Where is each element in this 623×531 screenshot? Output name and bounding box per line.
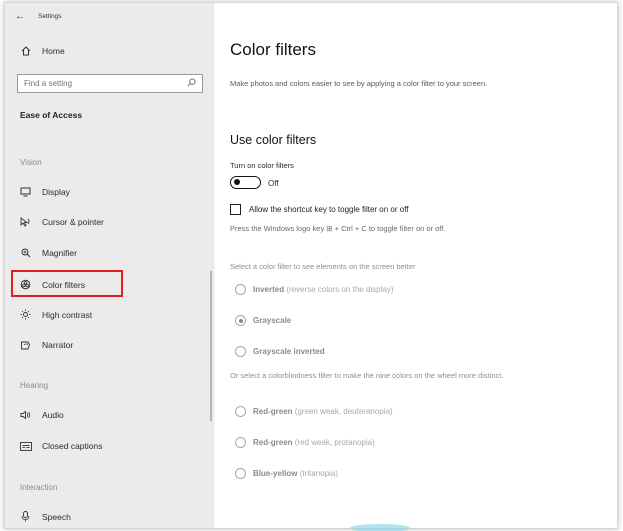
sidebar-item-label: Narrator (42, 340, 74, 350)
radio-description: (red weak, protanopia) (294, 438, 375, 447)
radio-description: (tritanopia) (299, 469, 338, 478)
window-title: Settings (38, 12, 62, 20)
microphone-icon (19, 511, 32, 522)
radio-button[interactable] (235, 284, 246, 295)
section-label-hearing: Hearing (20, 381, 49, 390)
back-arrow-icon[interactable]: ← (15, 11, 25, 22)
radio-red-green-protanopia[interactable]: Red-green (red weak, protanopia) (235, 437, 375, 448)
category-header: Ease of Access (20, 110, 83, 120)
page-description: Make photos and colors easier to see by … (230, 79, 488, 88)
page-title: Color filters (230, 40, 316, 59)
radio-label: Blue-yellow (253, 469, 298, 478)
color-filters-toggle[interactable] (230, 176, 261, 189)
radio-description: (green weak, deuteranopia) (294, 407, 393, 416)
sidebar-item-speech[interactable]: Speech (19, 511, 71, 522)
sidebar-item-cursor-pointer[interactable]: Cursor & pointer (19, 217, 104, 227)
radio-button[interactable] (235, 346, 246, 357)
filter-select-label: Select a color filter to see elements on… (230, 262, 416, 271)
section-title: Use color filters (230, 133, 317, 147)
speaker-icon (19, 410, 32, 420)
radio-label: Grayscale inverted (253, 347, 325, 356)
sidebar: ← Settings Home Ease of Access Vision Di… (5, 3, 214, 528)
taskbar-glow (350, 524, 410, 531)
radio-label: Red-green (253, 438, 293, 447)
sun-icon (19, 309, 32, 320)
sidebar-item-closed-captions[interactable]: Closed captions (19, 441, 102, 451)
search-icon[interactable] (187, 78, 196, 89)
search-box[interactable] (17, 74, 203, 93)
captions-icon (19, 441, 32, 451)
sidebar-item-label: Speech (42, 511, 71, 522)
shortcut-checkbox-label: Allow the shortcut key to toggle filter … (249, 205, 409, 214)
settings-window: ← Settings Home Ease of Access Vision Di… (4, 2, 618, 529)
sidebar-item-high-contrast[interactable]: High contrast (19, 309, 92, 320)
sidebar-item-label: Home (42, 46, 65, 56)
sidebar-item-narrator[interactable]: Narrator (19, 340, 73, 350)
section-label-interaction: Interaction (20, 483, 58, 492)
sidebar-scrollbar[interactable] (210, 271, 212, 421)
sidebar-item-display[interactable]: Display (19, 187, 70, 197)
radio-red-green-deuteranopia[interactable]: Red-green (green weak, deuteranopia) (235, 406, 393, 417)
radio-label: Inverted (253, 285, 285, 294)
radio-grayscale[interactable]: Grayscale (235, 315, 291, 326)
toggle-knob (234, 179, 240, 185)
radio-button[interactable] (235, 315, 246, 326)
radio-label: Red-green (253, 407, 293, 416)
radio-label: Grayscale (253, 316, 292, 325)
toggle-label: Turn on color filters (230, 161, 294, 170)
shortcut-hint: Press the Windows logo key ⊞ + Ctrl + C … (230, 224, 446, 233)
shortcut-checkbox[interactable] (230, 204, 241, 215)
sidebar-item-label: Closed captions (42, 441, 103, 451)
search-input[interactable] (24, 79, 174, 88)
radio-button[interactable] (235, 437, 246, 448)
colorblind-filter-label: Or select a colorblindness filter to mak… (230, 371, 504, 380)
sidebar-item-label: High contrast (42, 309, 93, 320)
sidebar-item-home[interactable]: Home (19, 46, 65, 56)
section-label-vision: Vision (20, 158, 42, 167)
narrator-icon (19, 340, 32, 350)
divider (214, 3, 215, 528)
sidebar-item-label: Display (42, 187, 70, 197)
sidebar-item-audio[interactable]: Audio (19, 410, 64, 420)
sidebar-item-label: Cursor & pointer (42, 217, 104, 227)
toggle-state-label: Off (268, 179, 279, 188)
sidebar-item-label: Magnifier (42, 248, 77, 258)
shortcut-checkbox-row[interactable]: Allow the shortcut key to toggle filter … (230, 204, 409, 215)
title-bar: ← Settings (15, 9, 62, 23)
radio-button[interactable] (235, 468, 246, 479)
sidebar-item-label: Audio (42, 410, 64, 420)
home-icon (19, 46, 32, 56)
sidebar-item-magnifier[interactable]: Magnifier (19, 248, 77, 258)
radio-inverted[interactable]: Inverted (reverse colors on the display) (235, 284, 394, 295)
radio-grayscale-inverted[interactable]: Grayscale inverted (235, 346, 325, 357)
radio-button[interactable] (235, 406, 246, 417)
radio-description: (reverse colors on the display) (286, 285, 394, 294)
radio-blue-yellow[interactable]: Blue-yellow (tritanopia) (235, 468, 338, 479)
monitor-icon (19, 187, 32, 197)
selection-highlight-box (11, 270, 123, 297)
cursor-icon (19, 217, 32, 227)
magnifier-icon (19, 248, 32, 258)
